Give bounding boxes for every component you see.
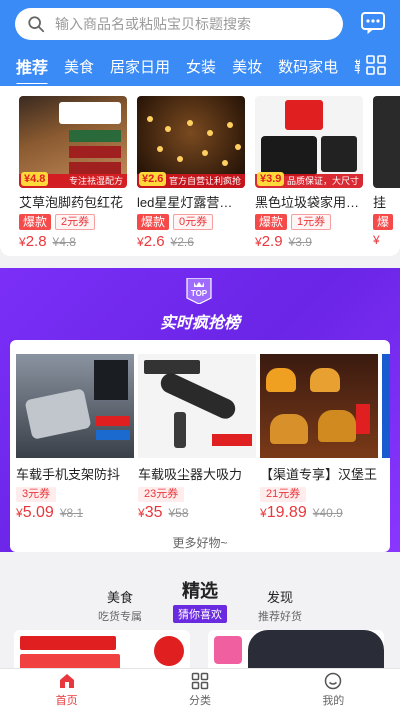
product-card[interactable]: 品质保证，大尺寸 ¥3.9 黑色垃圾袋家用加厚 爆款 1元券 ¥ 2.9 ¥3.… <box>255 96 363 250</box>
channel-title: 精选 <box>182 581 218 601</box>
channel-discover[interactable]: 发现 推荐好货 <box>250 587 310 624</box>
channel-subtitle: 吃货专属 <box>98 611 142 623</box>
channel-subtitle: 猜你喜欢 <box>173 605 227 623</box>
ranking-title-text: 车载吸尘器大吸力 <box>138 467 243 482</box>
currency-symbol: ¥ <box>260 506 267 520</box>
ranking-title-text: 车载手机支架防抖 <box>16 467 121 482</box>
image-price-badge: ¥4.8 <box>21 172 49 186</box>
coupon-badge: 1元券 <box>291 214 332 230</box>
coupon-badge: 2元券 <box>55 214 96 230</box>
coupon-badge: 3元券 <box>16 487 57 502</box>
category-icon <box>191 672 209 690</box>
hot-badge: 爆 <box>373 214 394 230</box>
nav-label: 首页 <box>55 695 78 707</box>
tab-shoes[interactable]: 鞋 <box>346 56 360 77</box>
message-icon[interactable] <box>360 11 386 35</box>
tab-food[interactable]: 美食 <box>56 56 102 77</box>
profile-icon <box>325 672 342 690</box>
ranking-price: 35 <box>144 504 163 521</box>
original-price: ¥3.9 <box>288 235 312 249</box>
product-title: led星星灯露营氛围 <box>137 195 245 210</box>
search-input[interactable] <box>55 16 325 32</box>
product-image <box>373 96 400 188</box>
currency-symbol: ¥ <box>255 235 262 249</box>
hot-badge: 爆款 <box>255 214 288 230</box>
original-price: ¥58 <box>168 506 189 520</box>
currency-symbol: ¥ <box>19 235 26 249</box>
product-price: 2.8 <box>25 233 47 250</box>
product-title: 黑色垃圾袋家用加厚 <box>255 195 363 210</box>
coupon-badge: 23元券 <box>138 487 185 502</box>
image-price-badge: ¥2.6 <box>139 172 167 186</box>
product-card[interactable]: 挂 爆 ¥ <box>373 96 400 247</box>
channel-title: 发现 <box>266 590 293 605</box>
home-icon <box>59 674 74 688</box>
ranking-card[interactable]: 车载吸尘器大吸力 23元券 ¥ 35 ¥58 <box>138 354 256 522</box>
ranking-card[interactable]: 车载手机支架防抖 3元券 ¥ 5.09 ¥8.1 <box>16 354 134 522</box>
product-image: 专注祛湿配方 ¥4.8 <box>19 96 127 188</box>
product-image: 官方自营让利疯抢 ¥2.6 <box>137 96 245 188</box>
ranking-price: 5.09 <box>22 504 54 521</box>
product-title: 挂 <box>373 195 387 210</box>
ranking-image <box>138 354 256 458</box>
top-badge-icon: TOP <box>186 278 212 304</box>
product-image: 品质保证，大尺寸 ¥3.9 <box>255 96 363 188</box>
channel-food[interactable]: 美食 吃货专属 <box>92 587 148 624</box>
more-link[interactable]: 更多好物~ <box>10 534 390 551</box>
original-price: ¥8.1 <box>59 506 84 520</box>
hot-badge: 爆款 <box>137 214 170 230</box>
product-title: 艾草泡脚药包红花 <box>19 195 124 210</box>
original-price: ¥4.8 <box>52 235 76 249</box>
coupon-badge: 0元券 <box>173 214 214 230</box>
nav-category[interactable]: 分类 <box>133 669 266 711</box>
coupon-badge: 21元券 <box>260 487 307 502</box>
tab-digital[interactable]: 数码家电 <box>270 56 346 77</box>
currency-symbol: ¥ <box>373 233 380 247</box>
original-price: ¥2.6 <box>170 235 194 249</box>
tab-recommend[interactable]: 推荐 <box>0 54 56 84</box>
bottom-navigation: 首页 分类 我的 <box>0 668 400 711</box>
search-icon <box>28 16 45 33</box>
ranking-price: 19.89 <box>266 504 307 521</box>
ranking-title-text: 【渠道专享】汉堡王 <box>260 467 378 482</box>
nav-profile[interactable]: 我的 <box>267 669 400 711</box>
hot-badge: 爆款 <box>19 214 52 230</box>
product-card[interactable]: 专注祛湿配方 ¥4.8 艾草泡脚药包红花 爆款 2元券 ¥ 2.8 ¥4.8 <box>19 96 127 250</box>
category-tabs: 推荐 美食 居家日用 女装 美妆 数码家电 鞋 <box>0 48 360 84</box>
ranking-panel: 车载手机支架防抖 3元券 ¥ 5.09 ¥8.1 车载吸尘器大吸力 23元券 ¥… <box>10 340 390 552</box>
currency-symbol: ¥ <box>16 506 23 520</box>
channel-featured[interactable]: 精选 猜你喜欢 <box>168 577 232 623</box>
currency-symbol: ¥ <box>137 235 144 249</box>
header: 推荐 美食 居家日用 女装 美妆 数码家电 鞋 <box>0 0 400 86</box>
ranking-title: 实时疯抢榜 <box>159 315 240 332</box>
nav-home[interactable]: 首页 <box>0 669 133 711</box>
tab-home[interactable]: 居家日用 <box>102 56 178 77</box>
search-bar[interactable] <box>15 8 343 40</box>
nav-label: 我的 <box>322 695 345 707</box>
product-price: 2.6 <box>143 233 165 250</box>
product-card[interactable]: 官方自营让利疯抢 ¥2.6 led星星灯露营氛围 爆款 0元券 ¥ 2.6 ¥2… <box>137 96 245 250</box>
top-badge-label: TOP <box>191 289 208 298</box>
tab-women[interactable]: 女装 <box>178 56 224 77</box>
channel-subtitle: 推荐好货 <box>258 611 302 623</box>
ranking-card[interactable]: 【渠道专享】汉堡王 21元券 ¥ 19.89 ¥40.9 <box>260 354 378 522</box>
grid-icon[interactable] <box>366 55 386 75</box>
nav-label: 分类 <box>188 695 211 707</box>
original-price: ¥40.9 <box>312 506 343 520</box>
currency-symbol: ¥ <box>138 506 145 520</box>
ranking-image <box>260 354 378 458</box>
product-price: 2.9 <box>261 233 283 250</box>
product-row: 专注祛湿配方 ¥4.8 艾草泡脚药包红花 爆款 2元券 ¥ 2.8 ¥4.8 官… <box>0 86 400 256</box>
ranking-image-partial <box>382 354 390 458</box>
channel-title: 美食 <box>106 590 133 605</box>
ranking-image <box>16 354 134 458</box>
tab-beauty[interactable]: 美妆 <box>224 56 270 77</box>
image-price-badge: ¥3.9 <box>257 172 285 186</box>
